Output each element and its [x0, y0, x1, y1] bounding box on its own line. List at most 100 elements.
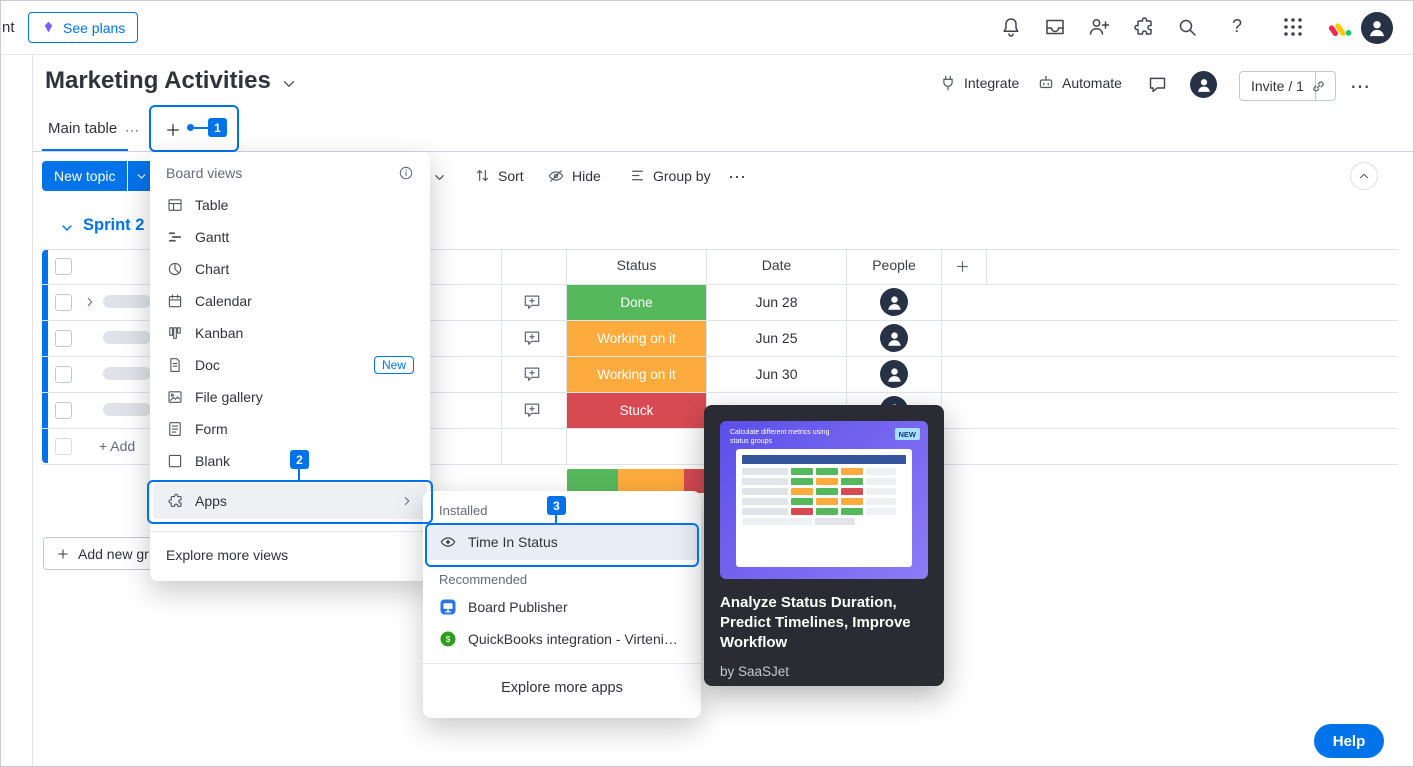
submenu-item-time-in-status[interactable]: Time In Status — [426, 524, 698, 560]
products-grid-icon[interactable] — [1281, 15, 1305, 39]
status-cell[interactable]: Working on it — [567, 357, 706, 392]
menu-title: Board views — [166, 165, 242, 181]
integrate-button[interactable]: Integrate — [939, 74, 1019, 92]
summary-segment-stuck — [684, 469, 706, 493]
see-plans-label: See plans — [63, 20, 125, 36]
item-name-skeleton — [103, 295, 151, 308]
automate-robot-icon — [1037, 74, 1055, 92]
menu-item-chart[interactable]: Chart — [150, 253, 430, 285]
add-column-plus-icon[interactable] — [954, 258, 971, 275]
menu-item-label: Blank — [195, 453, 230, 469]
row-checkbox[interactable] — [55, 294, 72, 311]
hide-button[interactable]: Hide — [547, 167, 601, 185]
help-button-label: Help — [1333, 733, 1366, 750]
tab-main-table[interactable]: Main table — [48, 120, 117, 137]
submenu-item-board-publisher[interactable]: Board Publisher — [423, 591, 701, 623]
filter-dropdown-chevron-icon[interactable] — [432, 170, 447, 185]
see-plans-button[interactable]: See plans — [28, 12, 138, 43]
menu-item-doc[interactable]: Doc New — [150, 349, 430, 381]
people-avatar[interactable] — [880, 360, 908, 388]
step-badge-1: 1 — [208, 118, 227, 137]
search-magnifier-icon[interactable] — [1175, 15, 1199, 39]
marketplace-puzzle-icon[interactable] — [1131, 15, 1155, 39]
board-title: Marketing Activities — [45, 67, 271, 95]
conversation-bubble-plus-icon[interactable] — [522, 328, 542, 348]
menu-item-kanban[interactable]: Kanban — [150, 317, 430, 349]
column-header-people[interactable]: People — [847, 257, 941, 273]
recommended-section-label: Recommended — [423, 572, 701, 587]
group-by-button[interactable]: Group by — [629, 167, 711, 184]
date-cell[interactable]: Jun 25 — [707, 321, 846, 356]
date-cell[interactable]: Jun 28 — [707, 285, 846, 320]
group-by-label: Group by — [653, 168, 711, 184]
board-title-wrap[interactable]: Marketing Activities — [45, 67, 298, 95]
conversation-bubble-plus-icon[interactable] — [522, 364, 542, 384]
submenu-item-label: Board Publisher — [468, 599, 568, 615]
annotation-connector-2 — [298, 467, 300, 480]
board-member-avatar[interactable] — [1190, 71, 1217, 98]
status-cell[interactable]: Stuck — [567, 393, 706, 428]
status-cell[interactable]: Working on it — [567, 321, 706, 356]
menu-item-calendar[interactable]: Calendar — [150, 285, 430, 317]
group-title[interactable]: Sprint 2 — [83, 216, 144, 235]
automate-button[interactable]: Automate — [1037, 74, 1122, 92]
conversation-bubble-plus-icon[interactable] — [522, 400, 542, 420]
chat-bubble-icon[interactable] — [1147, 74, 1168, 95]
app-preview-mock-row — [742, 468, 906, 475]
explore-more-apps-button[interactable]: Explore more apps — [423, 664, 701, 711]
monday-logo-icon — [1328, 15, 1354, 41]
item-name-skeleton — [103, 403, 151, 416]
column-header-status[interactable]: Status — [567, 257, 706, 273]
menu-item-label: Gantt — [195, 229, 229, 245]
expand-row-chevron-icon[interactable] — [83, 295, 97, 309]
explore-more-apps-label: Explore more apps — [501, 680, 623, 696]
toolbar-ellipsis-icon[interactable]: ⋯ — [728, 167, 747, 188]
menu-item-gantt[interactable]: Gantt — [150, 221, 430, 253]
date-cell[interactable]: Jun 30 — [707, 357, 846, 392]
add-row-checkbox — [55, 438, 72, 455]
help-button[interactable]: Help — [1314, 724, 1384, 758]
apps-puzzle-icon — [166, 492, 184, 510]
app-tooltip-byline: by SaaSJet — [720, 664, 928, 679]
collapse-button[interactable] — [1350, 162, 1378, 190]
new-topic-button[interactable]: New topic — [42, 161, 154, 191]
cutoff-text: nt — [2, 19, 15, 36]
group-collapse-chevron-icon[interactable] — [59, 220, 75, 239]
explore-more-views-button[interactable]: Explore more views — [150, 532, 430, 578]
add-item-button[interactable]: + Add — [99, 438, 135, 454]
integrate-label: Integrate — [964, 75, 1019, 91]
people-avatar[interactable] — [880, 288, 908, 316]
add-view-button[interactable] — [158, 115, 188, 145]
menu-item-form[interactable]: Form — [150, 413, 430, 445]
sort-button[interactable]: Sort — [474, 167, 524, 184]
select-all-checkbox[interactable] — [55, 258, 72, 275]
menu-item-file-gallery[interactable]: File gallery — [150, 381, 430, 413]
info-icon[interactable] — [398, 165, 414, 181]
people-avatar[interactable] — [880, 324, 908, 352]
menu-item-table[interactable]: Table — [150, 189, 430, 221]
link-icon — [1310, 78, 1327, 95]
inbox-tray-icon[interactable] — [1043, 15, 1067, 39]
app-window: nt See plans ? Marketing Activities Inte… — [0, 0, 1414, 767]
invite-person-add-icon[interactable] — [1087, 15, 1111, 39]
help-question-icon[interactable]: ? — [1225, 16, 1249, 37]
column-header-date[interactable]: Date — [707, 257, 846, 273]
row-checkbox[interactable] — [55, 402, 72, 419]
notifications-bell-icon[interactable] — [999, 15, 1023, 39]
active-tab-underline — [42, 149, 128, 151]
menu-item-apps[interactable]: Apps — [153, 483, 427, 519]
status-cell[interactable]: Done — [567, 285, 706, 320]
summary-segment-working — [618, 469, 683, 493]
board-options-ellipsis-icon[interactable]: ⋯ — [1350, 74, 1371, 99]
submenu-item-quickbooks[interactable]: $ QuickBooks integration - Virtenia... — [423, 623, 701, 655]
tab-options-ellipsis-icon[interactable]: ⋯ — [125, 122, 140, 139]
preview-new-badge: NEW — [895, 428, 921, 440]
user-avatar[interactable] — [1361, 12, 1393, 44]
row-checkbox[interactable] — [55, 330, 72, 347]
blank-square-icon — [166, 452, 184, 470]
time-in-status-eye-icon — [439, 533, 457, 551]
copy-link-button[interactable] — [1302, 71, 1336, 101]
app-preview-mock-row — [742, 508, 906, 515]
conversation-bubble-plus-icon[interactable] — [522, 292, 542, 312]
row-checkbox[interactable] — [55, 366, 72, 383]
